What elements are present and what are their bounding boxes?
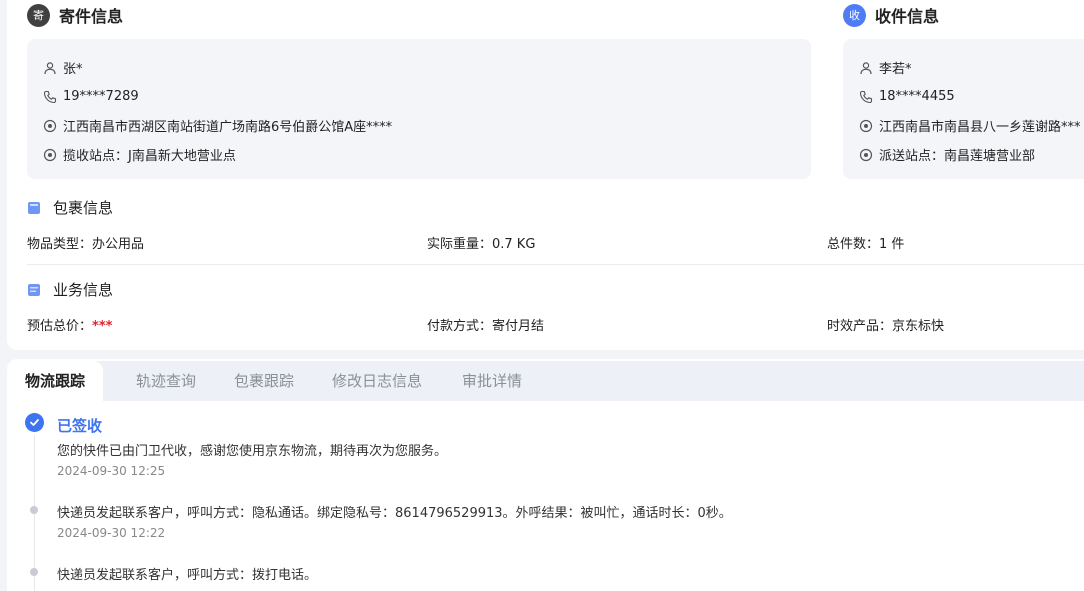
user-icon — [44, 61, 56, 74]
actual-weight: 实际重量：0.7 KG — [427, 237, 536, 252]
receiver-address-row: 江西南昌市南昌县八一乡莲谢路*** — [843, 111, 1084, 140]
delivery-product: 时效产品：京东标快 — [827, 319, 945, 334]
receiver-station: 派送站点：南昌莲塘营业部 — [879, 149, 1036, 164]
timeline-event-time: 2024-09-30 12:22 — [57, 526, 166, 540]
timeline-dot — [30, 506, 38, 514]
timeline-event-text: 快递员发起联系客户，呼叫方式：隐私通话。绑定隐私号：8614796529913。… — [57, 506, 732, 521]
receiver-address: 江西南昌市南昌县八一乡莲谢路*** — [879, 120, 1081, 135]
sender-info-box: 张* 19****7289 江西南昌市西湖区南站街道广场南路6号伯爵公馆A座**… — [27, 39, 811, 179]
user-icon — [860, 61, 872, 74]
sender-phone-row: 19****7289 — [27, 82, 811, 111]
location-icon — [43, 119, 57, 132]
timeline-event-text: 快递员发起联系客户，呼叫方式：拨打电话。 — [57, 568, 318, 583]
tab-approval-details[interactable]: 审批详情 — [462, 361, 522, 401]
receiver-name: 李若* — [879, 62, 912, 77]
receiver-info-box: 李若* 18****4455 江西南昌市南昌县八一乡莲谢路*** 派送站点：南昌… — [843, 39, 1084, 179]
package-section-header: 包裹信息 — [27, 197, 113, 218]
receiver-header: 收 收件信息 — [843, 3, 939, 27]
receiver-badge: 收 — [843, 3, 866, 27]
location-icon — [859, 148, 873, 161]
document-icon — [28, 283, 40, 296]
sender-title: 寄件信息 — [59, 7, 124, 26]
business-title: 业务信息 — [53, 281, 114, 299]
location-icon — [859, 119, 873, 132]
estimated-price-label: 预估总价： — [27, 319, 93, 334]
receiver-name-row: 李若* — [843, 53, 1084, 82]
sender-header: 寄 寄件信息 — [27, 3, 123, 27]
receiver-phone: 18****4455 — [879, 89, 955, 104]
sender-badge: 寄 — [27, 3, 50, 27]
sender-phone: 19****7289 — [63, 89, 139, 104]
location-icon — [43, 148, 57, 161]
phone-icon — [859, 90, 873, 103]
order-detail-card: 寄 寄件信息 张* 19****7289 江西南昌市西湖区南站街道广场南路6号伯… — [7, 0, 1084, 350]
sender-station: 揽收站点：J南昌新大地营业点 — [63, 149, 236, 164]
delivery-status: 已签收 — [57, 417, 103, 435]
section-divider — [27, 264, 1084, 265]
package-title: 包裹信息 — [53, 199, 114, 217]
timeline-event-text: 您的快件已由门卫代收，感谢您使用京东物流，期待再次为您服务。 — [57, 444, 448, 459]
tab-logistics-tracking[interactable]: 物流跟踪 — [7, 361, 104, 401]
tab-change-log[interactable]: 修改日志信息 — [332, 361, 422, 401]
logistics-card: 物流跟踪 轨迹查询 包裹跟踪 修改日志信息 审批详情 已签收 您的快件已由门卫代… — [7, 359, 1084, 591]
sender-name: 张* — [63, 62, 83, 77]
timeline-dot — [30, 568, 38, 576]
receiver-phone-row: 18****4455 — [843, 82, 1084, 111]
receiver-title: 收件信息 — [875, 7, 940, 26]
timeline-event-time: 2024-09-30 12:25 — [57, 464, 166, 478]
phone-icon — [43, 90, 57, 103]
item-type: 物品类型：办公用品 — [27, 237, 145, 252]
package-icon — [28, 201, 40, 214]
payment-method: 付款方式：寄付月结 — [427, 319, 545, 334]
sender-station-row: 揽收站点：J南昌新大地营业点 — [27, 140, 811, 169]
estimated-price-value: *** — [92, 319, 113, 334]
estimated-price: 预估总价：*** — [27, 315, 112, 334]
sender-address: 江西南昌市西湖区南站街道广场南路6号伯爵公馆A座**** — [63, 120, 393, 135]
tab-bar: 物流跟踪 轨迹查询 包裹跟踪 修改日志信息 审批详情 — [7, 361, 1084, 401]
tab-package-tracking[interactable]: 包裹跟踪 — [234, 361, 294, 401]
sender-address-row: 江西南昌市西湖区南站街道广场南路6号伯爵公馆A座**** — [27, 111, 811, 140]
check-circle-icon — [25, 413, 44, 432]
business-section-header: 业务信息 — [27, 279, 113, 300]
total-count: 总件数：1 件 — [827, 237, 905, 252]
sender-name-row: 张* — [27, 53, 811, 82]
tab-track-query[interactable]: 轨迹查询 — [136, 361, 196, 401]
receiver-station-row: 派送站点：南昌莲塘营业部 — [843, 140, 1084, 169]
